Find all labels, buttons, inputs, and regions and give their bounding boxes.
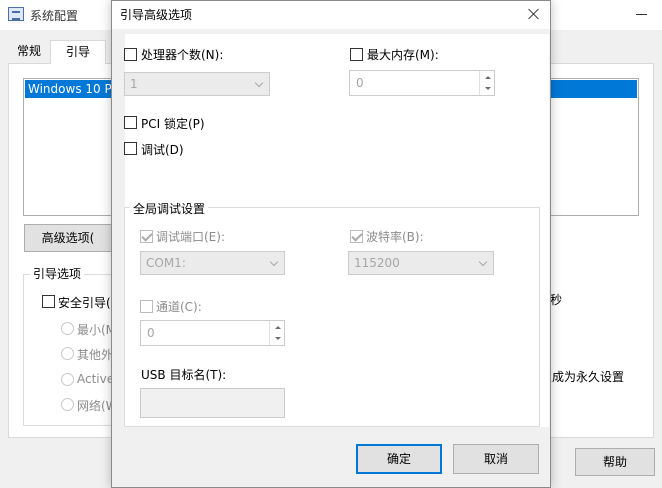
spin-up-icon[interactable] [479, 71, 494, 83]
safe-boot-alternate-shell-label: 其他外 [77, 348, 114, 362]
dialog-title: 引导高级选项 [120, 8, 193, 22]
chevron-down-icon [254, 78, 264, 88]
channel-label: 通道(C): [156, 300, 202, 314]
max-memory-checkbox[interactable] [350, 48, 363, 61]
safe-boot-label: 安全引导( [58, 296, 111, 310]
safe-boot-checkbox[interactable] [42, 295, 55, 308]
spin-down-icon[interactable] [479, 83, 494, 95]
spin-down-icon[interactable] [269, 333, 284, 345]
processor-count-value: 1 [130, 77, 138, 91]
timeout-seconds-label: 秒 [550, 293, 563, 307]
channel-stepper[interactable]: 0 [140, 320, 285, 346]
boot-options-group-label: 引导选项 [30, 265, 85, 282]
safe-boot-active-directory-radio[interactable] [61, 373, 74, 386]
minimize-icon[interactable] [632, 6, 652, 24]
baud-rate-checkbox[interactable] [350, 230, 363, 243]
close-icon[interactable] [524, 5, 544, 25]
usb-target-label: USB 目标名(T): [141, 368, 227, 382]
global-debug-settings-label: 全局调试设置 [130, 200, 209, 217]
debug-port-value: COM1: [146, 256, 186, 270]
baud-rate-label: 波特率(B): [366, 230, 424, 244]
processor-count-label: 处理器个数(N): [141, 48, 224, 62]
max-memory-value: 0 [356, 76, 364, 90]
processor-count-checkbox[interactable] [124, 48, 137, 61]
pci-lock-label: PCI 锁定(P) [141, 117, 205, 131]
baud-rate-value: 115200 [354, 256, 400, 270]
tab-boot[interactable]: 引导 [50, 40, 106, 64]
max-memory-stepper[interactable]: 0 [349, 70, 495, 96]
system-config-app-icon [8, 7, 24, 21]
spin-up-icon[interactable] [269, 321, 284, 333]
safe-boot-minimal-radio[interactable] [61, 322, 74, 335]
cancel-button[interactable]: 取消 [453, 444, 539, 474]
system-config-title: 系统配置 [30, 9, 79, 23]
channel-checkbox[interactable] [140, 300, 153, 313]
max-memory-label: 最大内存(M): [367, 48, 439, 62]
advanced-options-button[interactable]: 高级选项( [24, 224, 112, 252]
usb-target-input[interactable] [140, 388, 285, 418]
ok-button[interactable]: 确定 [356, 444, 442, 474]
debug-port-select[interactable]: COM1: [140, 251, 285, 275]
chevron-down-icon [478, 257, 488, 267]
debug-port-checkbox[interactable] [140, 230, 153, 243]
make-permanent-label: 置成为永久设置 [540, 370, 625, 384]
debug-checkbox[interactable] [124, 142, 137, 155]
pci-lock-checkbox[interactable] [124, 116, 137, 129]
safe-boot-alternate-shell-radio[interactable] [61, 347, 74, 360]
baud-rate-select[interactable]: 115200 [348, 251, 494, 275]
help-button[interactable]: 帮助 [575, 448, 655, 476]
tab-general[interactable]: 常规 [8, 40, 50, 64]
chevron-down-icon [269, 257, 279, 267]
channel-value: 0 [147, 326, 155, 340]
safe-boot-network-radio[interactable] [61, 398, 74, 411]
processor-count-select[interactable]: 1 [124, 72, 270, 96]
safe-boot-active-directory-label: Active [77, 372, 115, 386]
debug-label: 调试(D) [141, 143, 184, 157]
debug-port-label: 调试端口(E): [156, 230, 225, 244]
